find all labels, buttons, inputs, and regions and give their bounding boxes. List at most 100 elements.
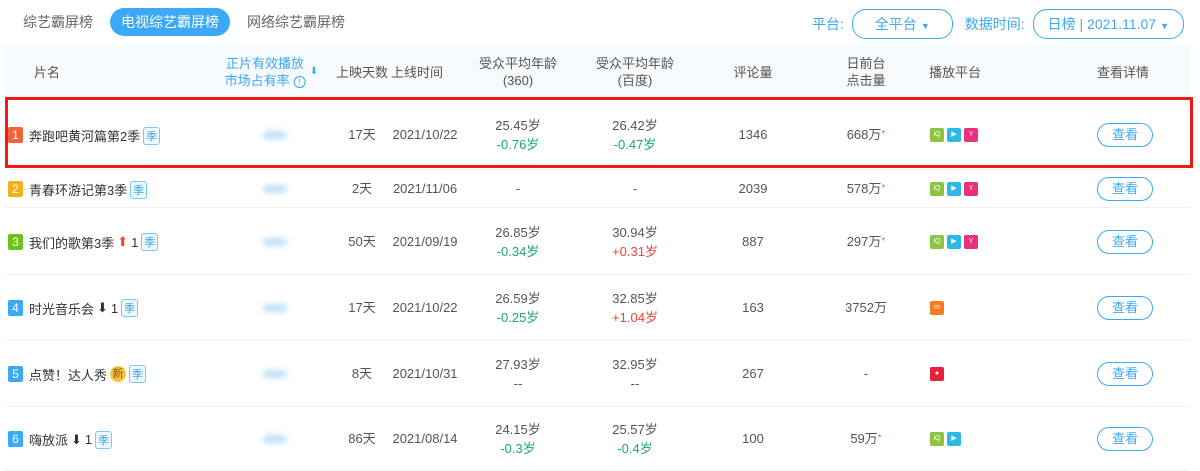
iqiyi-logo-icon[interactable]: iQ: [930, 182, 944, 196]
agebd-cell: 32.95岁 --: [612, 355, 658, 393]
header-share-sort[interactable]: 正片有效播放 市场占有率 !: [225, 55, 306, 89]
rank-badge: 3: [8, 233, 23, 250]
header-agebd: 受众平均年龄 (百度): [596, 55, 674, 89]
header-share-2: 市场占有率: [224, 73, 290, 88]
table-row: 4 时光音乐会 ⬇ 1 季 17天 2021/10/22 26.59岁 -0.25岁 32…: [5, 275, 1190, 340]
filters: 平台: 全平台 ▼ 数据时间: 日榜 | 2021.11.07 ▼: [812, 9, 1184, 39]
time-select[interactable]: 日榜 | 2021.11.07 ▼: [1032, 9, 1184, 39]
age360-cell: 26.59岁 -0.25岁: [495, 289, 541, 327]
info-icon[interactable]: !: [293, 76, 306, 88]
tencent-logo-icon[interactable]: ▶: [947, 182, 961, 196]
youku-logo-icon[interactable]: Y: [964, 234, 978, 249]
clicks-cell: 578万*: [847, 180, 886, 197]
show-name[interactable]: 时光音乐会: [29, 299, 94, 318]
platform-logos: iQ ▶ Y: [930, 182, 978, 196]
season-tag: 季: [129, 365, 147, 383]
view-button[interactable]: 查看: [1097, 361, 1153, 386]
header-comments: 评论量: [733, 65, 773, 80]
blurred-share: [263, 435, 287, 443]
clicks-cell: -: [864, 365, 868, 382]
platform-logos: ●: [930, 366, 944, 381]
header-age360-1: 受众平均年龄: [478, 56, 558, 71]
date-value: 2021/11/06: [392, 181, 458, 196]
age360-delta: --: [513, 375, 523, 391]
view-button[interactable]: 查看: [1097, 295, 1153, 320]
date-value: 2021/08/14: [392, 431, 458, 446]
season-tag: 季: [95, 430, 113, 449]
blurred-share: [263, 303, 287, 312]
highlight-box: [5, 97, 1193, 168]
platform-label: 平台:: [811, 16, 844, 32]
header-clicks: 日前台 点击量: [846, 55, 885, 89]
tab-variety[interactable]: 综艺霸屏榜: [12, 8, 104, 36]
iqiyi-logo-icon[interactable]: iQ: [930, 234, 944, 249]
show-name-cell: 点赞！达人秀新季: [29, 365, 147, 384]
tencent-logo-icon[interactable]: ▶: [947, 432, 961, 446]
estimate-star-icon: *: [877, 433, 882, 444]
agebd-cell: 30.94岁 +0.31岁: [612, 223, 658, 261]
clicks-value: 297万: [846, 233, 882, 249]
date-value: 2021/10/31: [392, 365, 458, 381]
estimate-star-icon: *: [881, 183, 886, 194]
date-value: 2021/10/22: [392, 299, 458, 315]
date-value: 2021/09/19: [392, 233, 458, 249]
tencent-logo-icon[interactable]: ▶: [947, 234, 961, 249]
season-tag: 季: [130, 180, 148, 199]
tab-web-variety[interactable]: 网络综艺霸屏榜: [236, 8, 356, 36]
clicks-cell: 3752万: [845, 299, 887, 316]
comments-value: 100: [742, 431, 764, 446]
days-value: 8天: [351, 365, 373, 381]
view-button[interactable]: 查看: [1097, 229, 1153, 254]
agebd-delta: +1.04岁: [612, 309, 658, 325]
view-button[interactable]: 查看: [1097, 177, 1153, 201]
blurred-share: [263, 237, 287, 246]
caret-down-icon: ▼: [920, 21, 930, 31]
age360-delta: -0.25岁: [496, 309, 540, 325]
days-value: 86天: [348, 431, 376, 446]
platform-value: 全平台: [874, 16, 917, 32]
age360-delta: -0.34岁: [496, 243, 540, 259]
show-name[interactable]: 我们的歌第3季: [29, 233, 114, 252]
tab-tv-variety[interactable]: 电视综艺霸屏榜: [110, 8, 230, 36]
header-platform: 播放平台: [928, 65, 982, 80]
age360-cell: 26.85岁 -0.34岁: [495, 223, 541, 261]
trend-up-icon: ⬆: [117, 234, 129, 249]
clicks-cell: 297万*: [847, 233, 886, 250]
view-button[interactable]: 查看: [1097, 427, 1153, 451]
iqiyi-logo-icon[interactable]: iQ: [930, 432, 944, 446]
rank-badge: 2: [8, 181, 23, 197]
comments-value: 267: [742, 365, 764, 381]
agebd-cell: 25.57岁 -0.4岁: [612, 420, 658, 458]
estimate-star-icon: *: [881, 235, 886, 247]
age360-value: -: [515, 181, 521, 196]
time-label: 数据时间:: [964, 16, 1025, 32]
show-name[interactable]: 嗨放派: [29, 430, 68, 449]
agebd-value: 32.95岁: [612, 356, 658, 372]
show-name[interactable]: 点赞！达人秀: [29, 365, 107, 384]
clicks-value: 3752万: [845, 299, 887, 315]
sort-down-icon[interactable]: ⬇: [310, 63, 318, 80]
header-age360-2: (360): [502, 73, 534, 88]
season-tag: 季: [121, 299, 139, 317]
clicks-value: 59万: [850, 431, 878, 446]
platform-logos: m: [930, 300, 944, 315]
season-tag: 季: [141, 233, 159, 251]
header-agebd-1: 受众平均年龄: [595, 56, 675, 71]
platform-select[interactable]: 全平台 ▼: [851, 9, 953, 39]
youku-logo-icon[interactable]: Y: [964, 182, 978, 196]
show-name-cell: 我们的歌第3季 ⬆ 1 季: [29, 233, 159, 252]
agebd-delta: +0.31岁: [612, 243, 658, 259]
mango-logo-icon[interactable]: m: [930, 300, 944, 315]
chart-tabs: 综艺霸屏榜 电视综艺霸屏榜 网络综艺霸屏榜: [12, 8, 356, 36]
age360-delta: -0.3岁: [500, 441, 536, 456]
age360-value: 26.85岁: [495, 224, 541, 240]
blurred-share: [263, 369, 287, 378]
age360-value: 24.15岁: [495, 422, 541, 437]
agebd-value: 30.94岁: [612, 224, 658, 240]
show-name[interactable]: 青春环游记第3季: [29, 180, 127, 199]
table-row: 5 点赞！达人秀新季 8天 2021/10/31 27.93岁 -- 32.95岁 -…: [5, 340, 1190, 407]
header-agebd-2: (百度): [617, 73, 653, 88]
header-name: 片名: [33, 65, 61, 80]
platform-logos: iQ ▶ Y: [930, 234, 978, 249]
other-logo-icon[interactable]: ●: [930, 366, 944, 381]
